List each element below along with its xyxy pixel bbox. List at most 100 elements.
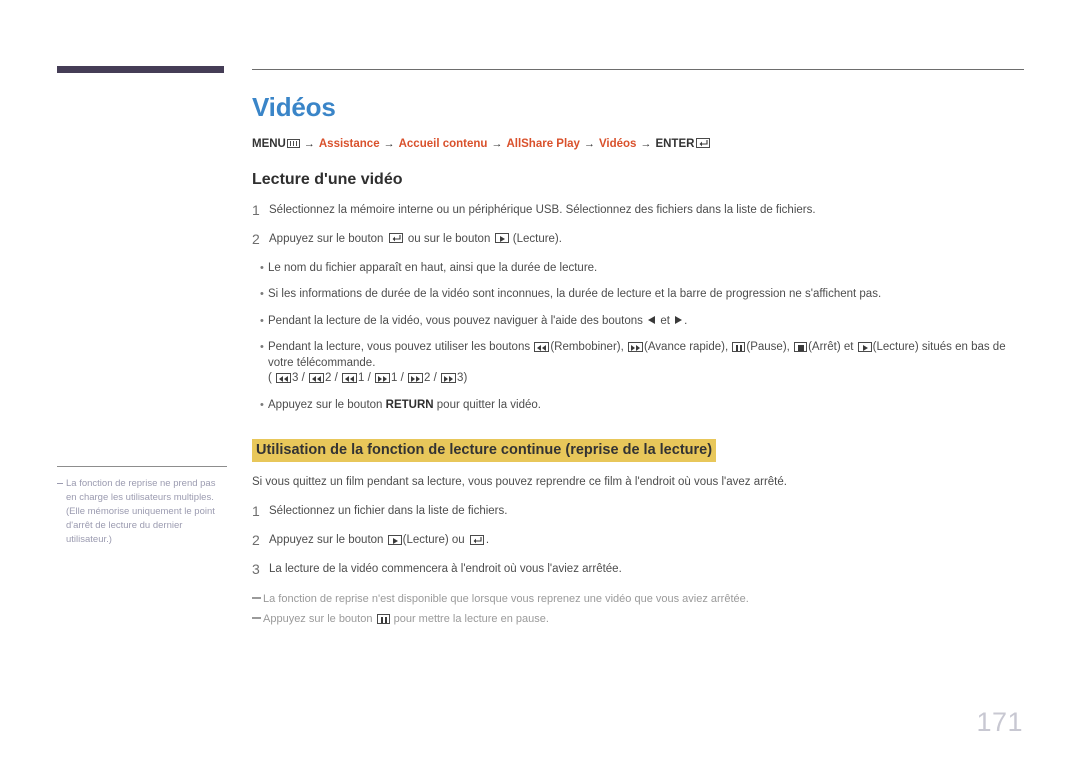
breadcrumb-item-accueil-contenu[interactable]: Accueil contenu	[399, 138, 488, 150]
bullet-label-forward: (Avance rapide),	[644, 341, 729, 354]
step-number: 1	[252, 201, 260, 218]
section-heading-lecture: Lecture d'une vidéo	[252, 170, 403, 188]
header-rule	[252, 69, 1024, 70]
side-note: La fonction de reprise ne prend pas en c…	[57, 466, 227, 547]
step-item: 2 Appuyez sur le bouton ou sur le bouton…	[252, 230, 1024, 247]
enter-key-icon	[469, 534, 484, 545]
steps-lecture: 1 Sélectionnez la mémoire interne ou un …	[252, 201, 1024, 247]
breadcrumb-menu-label: MENU	[252, 137, 286, 150]
list-item: • Appuyez sur le bouton RETURN pour quit…	[252, 398, 1024, 414]
page-title: Vidéos	[252, 92, 336, 122]
breadcrumb-item-assistance[interactable]: Assistance	[319, 138, 380, 150]
play-button-icon	[494, 233, 509, 244]
footnote-text: La fonction de reprise n'est disponible …	[263, 593, 749, 606]
play-button-icon	[387, 534, 402, 545]
fast-forward-button-icon	[441, 372, 457, 383]
fast-forward-button-icon	[408, 372, 424, 383]
bullet-text-part: .	[684, 314, 688, 327]
section-heading-reprise: Utilisation de la fonction de lecture co…	[252, 439, 717, 463]
section-intro-text: Si vous quittez un film pendant sa lectu…	[252, 476, 787, 489]
bullet-marker: •	[260, 288, 264, 301]
footnote-text: Appuyez sur le bouton pour mettre la lec…	[263, 611, 1024, 627]
breadcrumb-item-videos[interactable]: Vidéos	[599, 138, 637, 150]
bullet-text-part: Pendant la lecture, vous pouvez utiliser…	[268, 341, 531, 354]
step-text: Appuyez sur le bouton ou sur le bouton (…	[269, 232, 1024, 247]
page-number: 171	[976, 707, 1023, 737]
bullet-text: Pendant la lecture de la vidéo, vous pou…	[268, 314, 1024, 330]
bullet-marker: •	[260, 314, 264, 327]
pause-button-icon	[376, 613, 390, 624]
breadcrumb-enter-label: ENTER	[655, 137, 695, 150]
bullet-text: Si les informations de durée de la vidéo…	[268, 288, 882, 301]
breadcrumb-arrow: →	[383, 137, 395, 150]
return-key-label: RETURN	[385, 398, 434, 411]
bullet-text: Le nom du fichier apparaît en haut, ains…	[268, 261, 598, 274]
dash-marker-icon	[252, 611, 263, 627]
dash-marker-icon	[252, 591, 263, 607]
enter-key-icon	[696, 138, 711, 149]
step-text: Appuyez sur le bouton (Lecture) ou .	[269, 533, 1024, 548]
step-number: 3	[252, 561, 260, 578]
step-text: La lecture de la vidéo commencera à l'en…	[269, 563, 622, 576]
speed-rew2: 2 /	[325, 372, 338, 385]
breadcrumb-arrow: →	[640, 137, 652, 150]
header-accent-bar	[57, 66, 224, 73]
list-item: • Le nom du fichier apparaît en haut, ai…	[252, 261, 1024, 277]
footnote-list: La fonction de reprise n'est disponible …	[252, 591, 1024, 627]
breadcrumb-item-allshare-play[interactable]: AllShare Play	[506, 138, 580, 150]
side-note-row: La fonction de reprise ne prend pas en c…	[57, 477, 227, 547]
enter-key-icon	[388, 233, 403, 244]
bullet-marker: •	[260, 398, 264, 411]
step-item: 1 Sélectionnez la mémoire interne ou un …	[252, 201, 1024, 218]
step-text: Sélectionnez la mémoire interne ou un pé…	[269, 203, 816, 216]
dash-marker-icon	[57, 477, 66, 491]
speed-rew1: 1 /	[358, 372, 371, 385]
footnote-item: Appuyez sur le bouton pour mettre la lec…	[252, 611, 1024, 627]
step-text-part: ou sur le bouton	[407, 232, 491, 245]
step-item: 1 Sélectionnez un fichier dans la liste …	[252, 504, 1024, 519]
bullet-list-lecture: • Le nom du fichier apparaît en haut, ai…	[252, 261, 1024, 414]
breadcrumb-arrow: →	[491, 137, 503, 150]
rewind-button-icon	[342, 372, 358, 383]
breadcrumb: MENU → Assistance → Accueil contenu → Al…	[252, 138, 1024, 150]
step-text-part: Appuyez sur le bouton	[269, 232, 384, 245]
rewind-button-icon	[309, 372, 325, 383]
list-item: • Pendant la lecture de la vidéo, vous p…	[252, 314, 1024, 330]
step-item: 3 La lecture de la vidéo commencera à l'…	[252, 562, 1024, 577]
breadcrumb-arrow: →	[583, 137, 595, 150]
step-text-part: (Lecture).	[512, 232, 562, 245]
bullet-label-stop: (Arrêt) et	[808, 341, 854, 354]
step-text-part: Appuyez sur le bouton	[269, 534, 384, 547]
step-number: 1	[252, 503, 260, 520]
bullet-marker: •	[260, 261, 264, 274]
side-note-rule	[57, 466, 227, 467]
bullet-text-part: et	[660, 314, 670, 327]
play-button-icon	[857, 341, 872, 352]
footnote-item: La fonction de reprise n'est disponible …	[252, 591, 1024, 607]
side-note-text: La fonction de reprise ne prend pas en c…	[66, 478, 216, 545]
step-number: 2	[252, 532, 260, 549]
step-text-part: .	[485, 534, 490, 547]
rewind-button-icon	[276, 372, 292, 383]
fast-forward-button-icon	[628, 341, 644, 352]
speed-rew3: 3 /	[292, 372, 305, 385]
speed-ff2: 2 /	[424, 372, 437, 385]
bullet-text-part: Appuyez sur le bouton	[268, 398, 383, 411]
bullet-text-part: pour quitter la vidéo.	[436, 398, 541, 411]
rewind-button-icon	[534, 341, 550, 352]
speed-line-open: (	[268, 372, 272, 385]
highlight-heading-wrap: Utilisation de la fonction de lecture co…	[252, 439, 1024, 463]
arrow-left-icon	[648, 315, 656, 324]
pause-button-icon	[732, 341, 746, 352]
fast-forward-button-icon	[375, 372, 391, 383]
arrow-right-icon	[675, 315, 683, 324]
speed-ff3: 3)	[457, 372, 468, 385]
bullet-marker: •	[260, 341, 264, 354]
bullet-label-rewind: (Rembobiner),	[550, 341, 624, 354]
step-text: Sélectionnez un fichier dans la liste de…	[269, 505, 508, 518]
step-number: 2	[252, 230, 260, 247]
bullet-text: Appuyez sur le bouton RETURN pour quitte…	[268, 398, 1024, 414]
bullet-text-part: Pendant la lecture de la vidéo, vous pou…	[268, 314, 643, 327]
steps-reprise: 1 Sélectionnez un fichier dans la liste …	[252, 504, 1024, 577]
list-item: • Pendant la lecture, vous pouvez utilis…	[252, 340, 1024, 387]
